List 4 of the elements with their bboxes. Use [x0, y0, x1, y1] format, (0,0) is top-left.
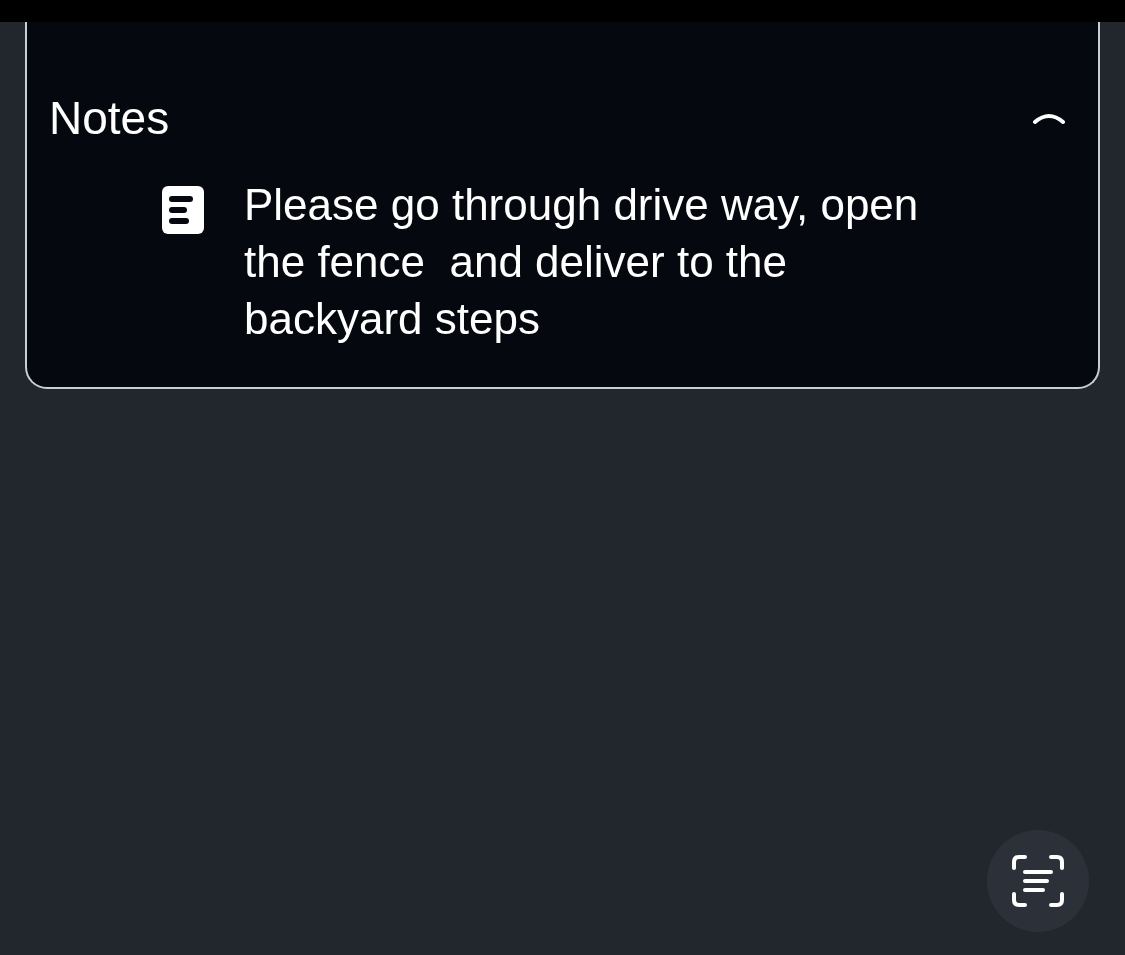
notes-title: Notes [49, 91, 170, 146]
note-text: Please go through drive way, open the fence and deliver to the backyard steps [244, 179, 920, 345]
note-icon [162, 186, 204, 234]
scan-text-icon [1011, 854, 1065, 908]
